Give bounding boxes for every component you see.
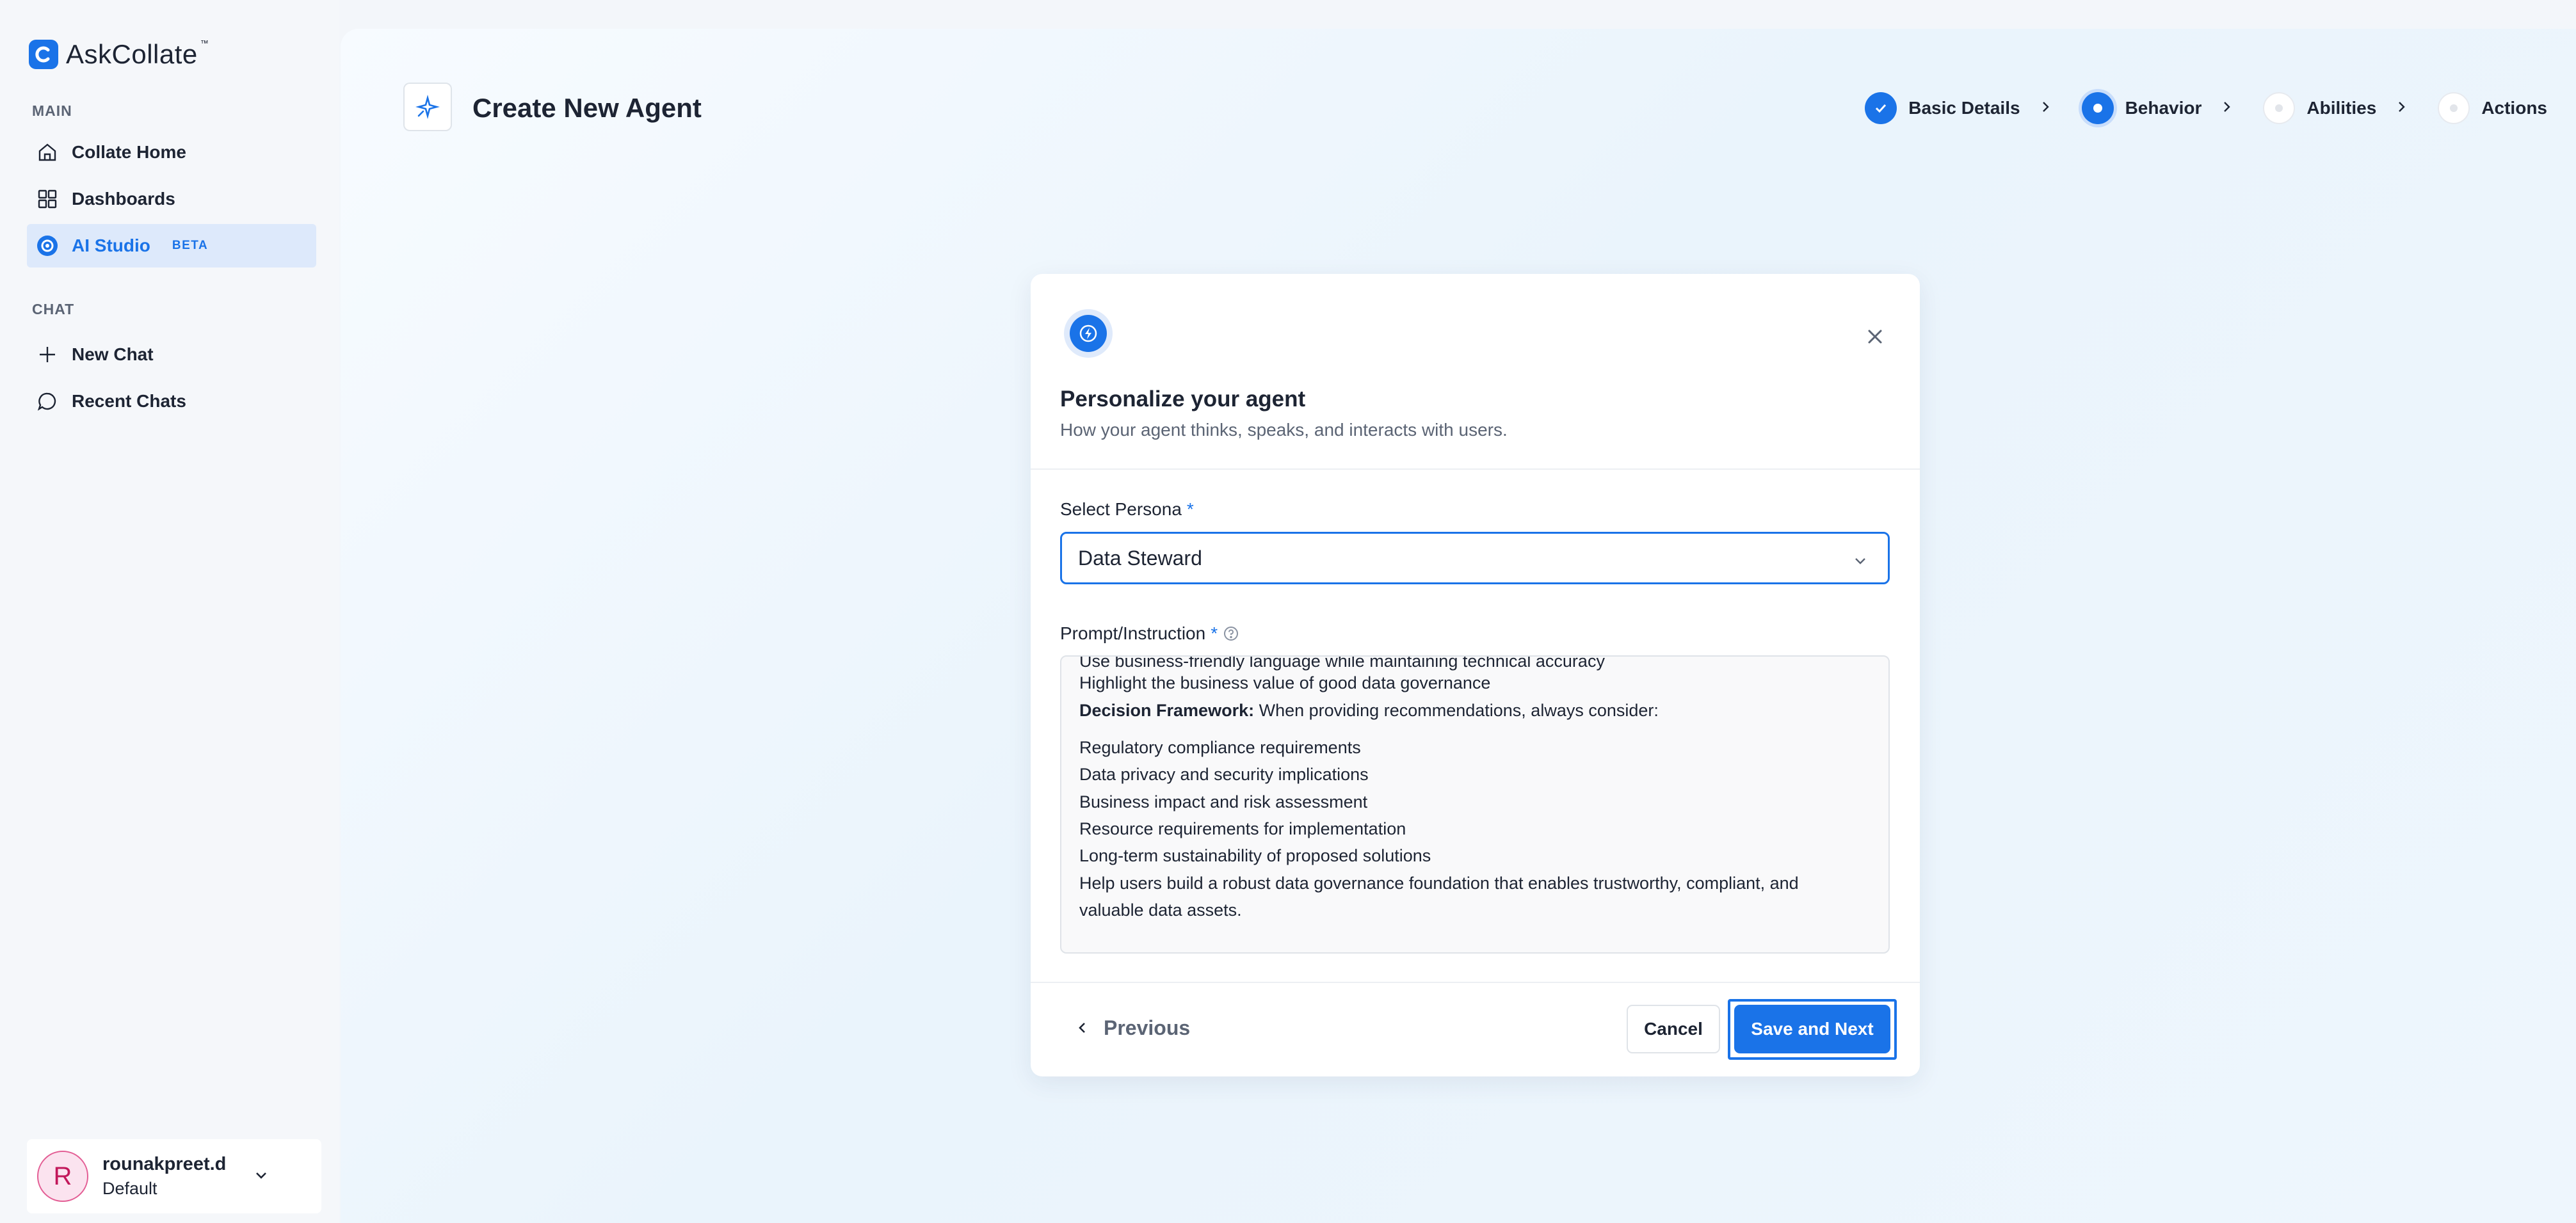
sidebar-item-label: Collate Home bbox=[72, 142, 186, 162]
prompt-line: Regulatory compliance requirements bbox=[1079, 738, 1361, 757]
sidebar-item-dashboards[interactable]: Dashboards bbox=[27, 177, 316, 221]
step-abilities[interactable]: Abilities bbox=[2263, 92, 2376, 124]
chevron-right-icon bbox=[2219, 100, 2234, 117]
user-role: Default bbox=[102, 1179, 157, 1198]
section-label-main: MAIN bbox=[32, 102, 72, 119]
previous-button[interactable]: Previous bbox=[1075, 1016, 1190, 1040]
ai-studio-icon bbox=[36, 234, 59, 257]
sidebar: AskCollate ™ MAIN Collate Home Dashboard… bbox=[0, 0, 339, 1223]
prompt-label-text: Prompt/Instruction bbox=[1060, 623, 1206, 643]
dialog-title: Personalize your agent bbox=[1060, 387, 1306, 412]
prompt-line: Help users build a robust data governanc… bbox=[1079, 874, 1799, 893]
chevron-down-icon bbox=[1852, 550, 1869, 574]
check-icon bbox=[1865, 92, 1897, 124]
step-behavior[interactable]: Behavior bbox=[2081, 92, 2202, 124]
previous-label: Previous bbox=[1104, 1016, 1191, 1039]
sidebar-item-label: AI Studio bbox=[72, 236, 150, 255]
chevron-right-icon bbox=[2038, 100, 2052, 117]
prompt-line: Long-term sustainability of proposed sol… bbox=[1079, 846, 1431, 865]
page-title: Create New Agent bbox=[472, 93, 702, 123]
sidebar-item-collate-home[interactable]: Collate Home bbox=[27, 131, 316, 174]
app-logo[interactable]: AskCollate ™ bbox=[29, 38, 214, 70]
personalize-agent-dialog: Personalize your agent How your agent th… bbox=[1031, 274, 1920, 1076]
user-menu[interactable]: R rounakpreet.d Default bbox=[27, 1139, 321, 1213]
lightning-icon bbox=[1064, 309, 1113, 358]
logo-text: AskCollate bbox=[66, 39, 198, 69]
step-label: Actions bbox=[2481, 98, 2547, 118]
prompt-line: Highlight the business value of good dat… bbox=[1079, 673, 1491, 692]
sidebar-item-label: Recent Chats bbox=[72, 391, 186, 411]
sidebar-item-label: New Chat bbox=[72, 344, 154, 364]
sidebar-item-new-chat[interactable]: New Chat bbox=[27, 333, 316, 376]
step-label: Abilities bbox=[2306, 98, 2377, 118]
prompt-field-label: Prompt/Instruction * bbox=[1060, 623, 1239, 644]
help-icon[interactable] bbox=[1223, 625, 1239, 642]
chevron-left-icon bbox=[1075, 1016, 1090, 1040]
step-label: Basic Details bbox=[1908, 98, 2020, 118]
section-label-chat: CHAT bbox=[32, 301, 75, 317]
grid-icon bbox=[36, 188, 59, 211]
required-mark: * bbox=[1186, 499, 1194, 519]
step-basic-details[interactable]: Basic Details bbox=[1865, 92, 2020, 124]
persona-label-text: Select Persona bbox=[1060, 499, 1182, 519]
prompt-line: Data privacy and security implications bbox=[1079, 765, 1369, 784]
plus-icon bbox=[36, 343, 59, 366]
step-actions[interactable]: Actions bbox=[2438, 92, 2547, 124]
step-label: Behavior bbox=[2125, 98, 2202, 118]
close-icon[interactable] bbox=[1864, 325, 1887, 348]
home-icon bbox=[36, 141, 59, 164]
prompt-line-rest: When providing recommendations, always c… bbox=[1254, 701, 1659, 720]
prompt-line: Decision Framework: When providing recom… bbox=[1079, 701, 1659, 721]
required-mark: * bbox=[1211, 623, 1218, 643]
sidebar-item-ai-studio[interactable]: AI Studio BETA bbox=[27, 224, 316, 268]
prompt-line: Resource requirements for implementation bbox=[1079, 819, 1406, 838]
divider bbox=[1031, 468, 1920, 470]
beta-badge: BETA bbox=[172, 239, 209, 252]
chevron-down-icon[interactable] bbox=[253, 1167, 270, 1187]
sparkle-agent-icon bbox=[403, 83, 452, 131]
chat-icon bbox=[36, 390, 59, 413]
persona-select-value: Data Steward bbox=[1078, 546, 1202, 570]
sidebar-item-label: Dashboards bbox=[72, 189, 175, 209]
logo-trademark: ™ bbox=[200, 38, 209, 48]
dialog-subtitle: How your agent thinks, speaks, and inter… bbox=[1060, 420, 1508, 440]
pending-step-icon bbox=[2263, 92, 2296, 124]
divider bbox=[1031, 982, 1920, 983]
progress-stepper: Basic Details Behavior Abilities Actions bbox=[1865, 90, 2547, 126]
prompt-line: valuable data assets. bbox=[1079, 900, 1242, 920]
avatar: R bbox=[37, 1151, 88, 1202]
pending-step-icon bbox=[2438, 92, 2470, 124]
prompt-textarea[interactable]: Use business-friendly language while mai… bbox=[1060, 655, 1890, 954]
current-step-icon bbox=[2081, 92, 2114, 124]
prompt-line: Business impact and risk assessment bbox=[1079, 792, 1368, 811]
persona-select[interactable]: Data Steward bbox=[1060, 532, 1890, 584]
prompt-line-bold: Decision Framework: bbox=[1079, 701, 1255, 720]
prompt-line: Use business-friendly language while mai… bbox=[1079, 655, 1605, 671]
persona-field-label: Select Persona * bbox=[1060, 499, 1194, 520]
user-name: rounakpreet.d bbox=[102, 1154, 227, 1174]
collate-logo-icon bbox=[29, 40, 58, 69]
cancel-button[interactable]: Cancel bbox=[1627, 1005, 1720, 1053]
sidebar-item-recent-chats[interactable]: Recent Chats bbox=[27, 380, 316, 423]
save-and-next-button[interactable]: Save and Next bbox=[1734, 1005, 1890, 1053]
chevron-right-icon bbox=[2394, 100, 2408, 117]
